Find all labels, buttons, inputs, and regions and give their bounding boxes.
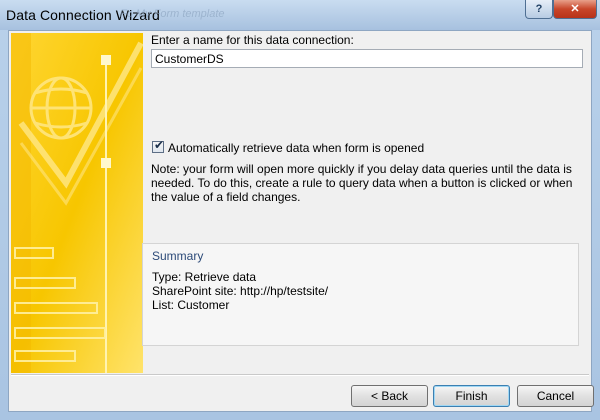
title-bar: Data Connection Wizard Fo My Form templa… bbox=[0, 0, 600, 30]
help-button[interactable]: ? bbox=[525, 0, 553, 19]
summary-list: List: Customer bbox=[152, 298, 230, 312]
close-button[interactable]: ✕ bbox=[553, 0, 597, 19]
button-divider bbox=[11, 374, 589, 376]
summary-group: Summary Type: Retrieve data SharePoint s… bbox=[142, 243, 579, 346]
back-button[interactable]: < Back bbox=[351, 385, 428, 407]
summary-site: SharePoint site: http://hp/testsite/ bbox=[152, 284, 329, 298]
finish-button[interactable]: Finish bbox=[433, 385, 510, 407]
wizard-art bbox=[11, 33, 143, 373]
checkmark-icon: ✔ bbox=[154, 138, 165, 152]
auto-retrieve-label[interactable]: Automatically retrieve data when form is… bbox=[168, 141, 424, 155]
name-field-label: Enter a name for this data connection: bbox=[151, 33, 354, 47]
wizard-window: Data Connection Wizard Fo My Form templa… bbox=[0, 0, 600, 420]
cancel-button[interactable]: Cancel bbox=[517, 385, 594, 407]
performance-note: Note: your form will open more quickly i… bbox=[151, 162, 573, 204]
summary-type: Type: Retrieve data bbox=[152, 270, 257, 284]
auto-retrieve-checkbox[interactable]: ✔ bbox=[152, 138, 165, 153]
dialog-client: Enter a name for this data connection: C… bbox=[8, 30, 594, 412]
background-title-text: Fo My Form template bbox=[120, 8, 225, 20]
connection-name-input[interactable]: CustomerDS bbox=[151, 49, 583, 68]
summary-title: Summary bbox=[152, 249, 204, 263]
